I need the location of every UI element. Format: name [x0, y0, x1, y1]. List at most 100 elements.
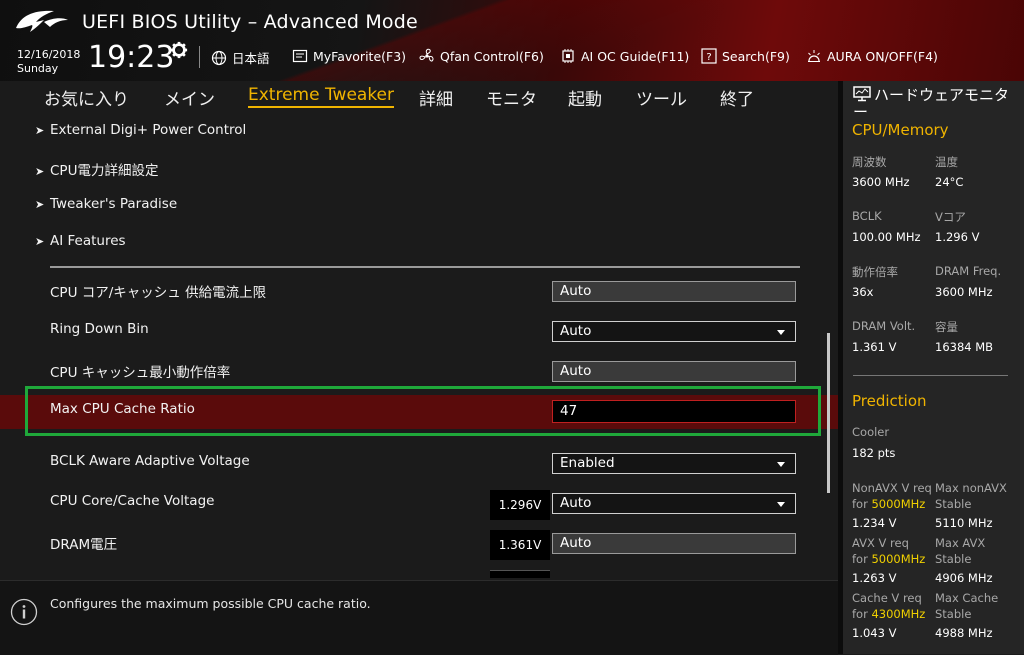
prediction-sub: Stable: [935, 552, 972, 566]
search-label: Search(F9): [722, 48, 790, 64]
prediction-value: 4906 MHz: [935, 571, 993, 585]
hw-label: 温度: [935, 155, 958, 169]
hw-title-text: ハードウェアモニター: [853, 86, 1010, 121]
tab-boot[interactable]: 起動: [568, 85, 602, 110]
hw-label: BCLK: [852, 209, 882, 223]
current-limit-field[interactable]: Auto: [552, 281, 796, 302]
voltage-readout: 1.361V: [490, 530, 550, 560]
weekday-text: Sunday: [17, 62, 59, 75]
tab-extreme-tweaker[interactable]: Extreme Tweaker: [248, 85, 395, 108]
dram-voltage-field[interactable]: Auto: [552, 533, 796, 554]
prediction-value: 5110 MHz: [935, 516, 993, 530]
prediction-label: Max Cache: [935, 591, 999, 605]
help-description: Configures the maximum possible CPU cach…: [50, 596, 371, 611]
hw-label: DRAM Volt.: [852, 319, 916, 333]
tab-advanced[interactable]: 詳細: [419, 85, 453, 110]
chevron-right-icon: ➤: [35, 235, 45, 248]
cpu-core-cache-voltage-select[interactable]: Auto: [552, 493, 796, 514]
submenu-label: External Digi+ Power Control: [50, 122, 247, 138]
prediction-label: Max AVX: [935, 536, 986, 550]
hw-value: 24°C: [935, 175, 964, 189]
scrollbar-thumb[interactable]: [827, 333, 830, 493]
chevron-right-icon: ➤: [35, 124, 45, 137]
prediction-for: for 4300MHz: [852, 607, 926, 621]
header-bar: UEFI BIOS Utility – Advanced Mode 12/16/…: [0, 0, 1024, 81]
aura-toggle-button[interactable]: AURA ON/OFF(F4): [806, 48, 938, 64]
hw-monitor-title: ハードウェアモニター: [853, 86, 1018, 121]
min-cache-ratio-field[interactable]: Auto: [552, 361, 796, 382]
tab-main[interactable]: メイン: [164, 85, 215, 110]
search-icon: ?: [701, 48, 717, 64]
tab-monitor[interactable]: モニタ: [486, 85, 537, 110]
tab-exit[interactable]: 終了: [720, 85, 754, 110]
ai-oc-guide-button[interactable]: AI OC Guide(F11): [560, 48, 689, 64]
hw-label: 容量: [935, 320, 958, 334]
prediction-label: AVX V req: [852, 536, 909, 550]
cooler-label: Cooler: [852, 425, 890, 439]
hw-divider: [853, 375, 1008, 376]
my-favorite-icon: [292, 49, 308, 63]
bclk-aware-voltage-select[interactable]: Enabled: [552, 453, 796, 474]
highlight-box: [25, 386, 821, 436]
qfan-control-button[interactable]: Qfan Control(F6): [419, 48, 544, 64]
submenu-label: CPU電力詳細設定: [50, 163, 159, 179]
globe-icon: [211, 50, 227, 65]
monitor-icon: [853, 86, 871, 102]
hw-value: 16384 MB: [935, 340, 994, 354]
prediction-sub: Stable: [935, 607, 972, 621]
hw-value: 1.361 V: [852, 340, 897, 354]
submenu-tweakers-paradise[interactable]: ➤ Tweaker's Paradise: [35, 196, 177, 212]
hw-label: 動作倍率: [852, 265, 898, 279]
setting-label: CPU コア/キャッシュ 供給電流上限: [50, 285, 267, 301]
hw-value: 100.00 MHz: [852, 230, 921, 244]
hw-label: Vコア: [935, 210, 966, 224]
setting-label: DRAM電圧: [50, 537, 118, 553]
voltage-readout-partial: [490, 570, 550, 578]
hw-label: 周波数: [852, 155, 887, 169]
hw-value: 3600 MHz: [935, 285, 993, 299]
hw-value: 1.296 V: [935, 230, 980, 244]
section-divider: [50, 266, 800, 268]
gear-icon[interactable]: [170, 41, 188, 59]
submenu-ai-features[interactable]: ➤ AI Features: [35, 233, 126, 249]
cpu-memory-heading: CPU/Memory: [852, 121, 949, 139]
my-favorite-label: MyFavorite(F3): [313, 48, 407, 64]
prediction-value: 1.043 V: [852, 626, 897, 640]
prediction-label: Max nonAVX: [935, 481, 1007, 495]
rog-logo-icon: [16, 10, 68, 32]
setting-label: BCLK Aware Adaptive Voltage: [50, 453, 250, 469]
svg-text:?: ?: [706, 52, 711, 63]
prediction-for: for 5000MHz: [852, 497, 926, 511]
prediction-label: NonAVX V req: [852, 481, 932, 495]
hardware-monitor-panel: ハードウェアモニター CPU/Memory 周波数 3600 MHz 温度 24…: [843, 81, 1024, 654]
prediction-value: 1.263 V: [852, 571, 897, 585]
qfan-control-label: Qfan Control(F6): [440, 48, 544, 64]
app-title: UEFI BIOS Utility – Advanced Mode: [82, 11, 418, 33]
select-value: Auto: [560, 323, 592, 339]
setting-label: Ring Down Bin: [50, 321, 149, 337]
prediction-sub: Stable: [935, 497, 972, 511]
main-tab-bar: お気に入り メイン Extreme Tweaker 詳細 モニタ 起動 ツール …: [0, 81, 838, 117]
tab-favorites[interactable]: お気に入り: [44, 85, 129, 110]
search-button[interactable]: ? Search(F9): [701, 48, 790, 64]
language-button[interactable]: 日本語: [211, 48, 270, 67]
my-favorite-button[interactable]: MyFavorite(F3): [292, 48, 406, 64]
chevron-down-icon: [777, 502, 785, 507]
aura-icon: [808, 50, 820, 62]
submenu-cpu-power[interactable]: ➤ CPU電力詳細設定: [35, 159, 158, 179]
prediction-for: for 5000MHz: [852, 552, 926, 566]
prediction-value: 1.234 V: [852, 516, 897, 530]
submenu-label: Tweaker's Paradise: [50, 196, 178, 212]
fan-icon: [419, 48, 434, 62]
info-icon: [10, 598, 38, 626]
chevron-down-icon: [777, 462, 785, 467]
tab-tool[interactable]: ツール: [636, 85, 687, 110]
date-text: 12/16/2018: [17, 48, 81, 61]
toolbar-divider: [199, 46, 200, 68]
submenu-external-digi-power[interactable]: ➤ External Digi+ Power Control: [35, 122, 246, 138]
prediction-label: Cache V req: [852, 591, 922, 605]
voltage-readout: 1.296V: [490, 490, 550, 520]
submenu-label: AI Features: [50, 233, 126, 249]
ring-down-bin-select[interactable]: Auto: [552, 321, 796, 342]
cooler-value: 182 pts: [852, 446, 896, 460]
